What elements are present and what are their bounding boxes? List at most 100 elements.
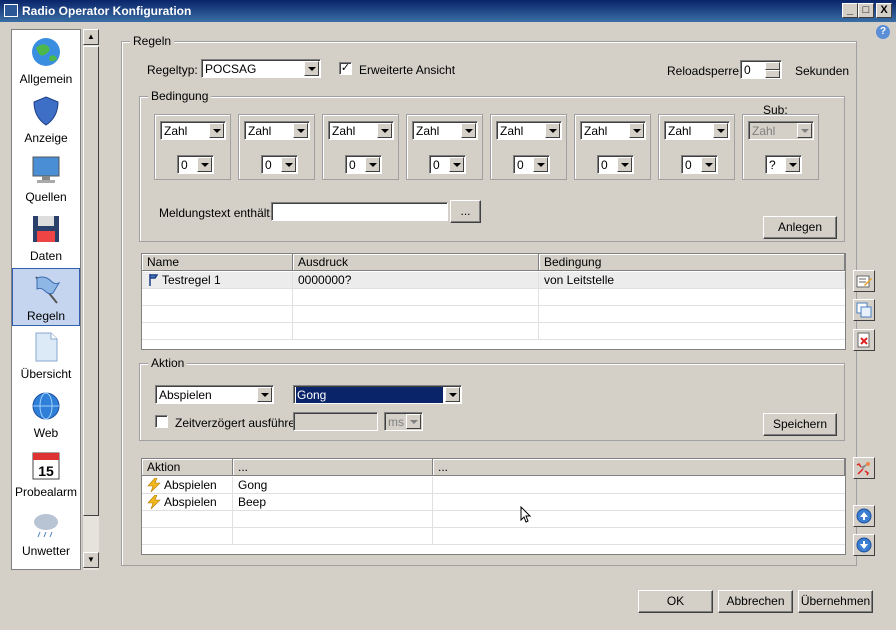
condition-type-select[interactable]: Zahl [412, 121, 478, 140]
condition-type-select[interactable]: Zahl [748, 121, 814, 140]
sidebar-item-allgemein[interactable]: Allgemein [12, 32, 80, 90]
chevron-down-icon[interactable] [293, 123, 308, 138]
regeltyp-select[interactable]: POCSAG [201, 59, 321, 78]
sidebar-item-web[interactable]: Web [12, 386, 80, 444]
sidebar-item-daten[interactable]: Daten [12, 209, 80, 267]
sidebar-item-regeln[interactable]: Regeln [12, 268, 80, 326]
sound-select[interactable]: Gong [293, 385, 462, 404]
reloadsperre-spinner[interactable]: 0 [740, 60, 782, 79]
help-icon[interactable]: ? [876, 25, 890, 39]
shield-icon [33, 96, 59, 126]
condition-value-select[interactable]: ? [765, 155, 802, 174]
ok-button[interactable]: OK [638, 590, 713, 613]
chevron-down-icon[interactable] [197, 157, 212, 172]
condition-type-select[interactable]: Zahl [496, 121, 562, 140]
scroll-up-icon[interactable]: ▲ [83, 29, 99, 45]
chevron-down-icon[interactable] [304, 61, 319, 76]
bedingung-cell: Zahl 0 [238, 114, 315, 180]
table-row[interactable] [142, 511, 845, 528]
table-row[interactable] [142, 528, 845, 545]
sidebar-item-uebersicht[interactable]: Übersicht [12, 327, 80, 385]
aktion-select[interactable]: Abspielen [155, 385, 274, 404]
condition-value-select[interactable]: 0 [345, 155, 382, 174]
uebernehmen-button[interactable]: Übernehmen [798, 590, 873, 613]
condition-value-select[interactable]: 0 [261, 155, 298, 174]
chevron-down-icon[interactable] [257, 387, 272, 402]
scroll-thumb[interactable] [83, 46, 99, 516]
condition-type-select[interactable]: Zahl [664, 121, 730, 140]
condition-type-select[interactable]: Zahl [160, 121, 226, 140]
browse-button[interactable]: ... [450, 200, 481, 223]
table-row[interactable]: Abspielen Beep [142, 494, 845, 511]
sidebar-item-probealarm[interactable]: 15 Probealarm [12, 445, 80, 503]
chevron-down-icon[interactable] [785, 157, 800, 172]
delay-checkbox[interactable] [155, 415, 168, 428]
scroll-down-icon[interactable]: ▼ [83, 552, 99, 568]
chevron-down-icon[interactable] [797, 123, 812, 138]
sidebar-scrollbar[interactable]: ▲ ▼ [82, 29, 99, 570]
chevron-down-icon[interactable] [449, 157, 464, 172]
chevron-down-icon[interactable] [545, 123, 560, 138]
minimize-button[interactable]: _ [842, 3, 858, 18]
chevron-down-icon[interactable] [713, 123, 728, 138]
chevron-down-icon[interactable] [406, 414, 421, 429]
chevron-down-icon[interactable] [533, 157, 548, 172]
chevron-down-icon[interactable] [377, 123, 392, 138]
close-button[interactable]: X [876, 3, 892, 18]
test-action-button[interactable] [853, 457, 875, 479]
spinner-up-icon[interactable] [765, 62, 780, 70]
move-down-button[interactable] [853, 534, 875, 556]
speichern-button[interactable]: Speichern [763, 413, 837, 436]
table-row[interactable] [142, 289, 845, 306]
move-up-button[interactable] [853, 505, 875, 527]
abbrechen-button[interactable]: Abbrechen [718, 590, 793, 613]
chevron-down-icon[interactable] [281, 157, 296, 172]
chevron-down-icon[interactable] [701, 157, 716, 172]
chevron-down-icon[interactable] [617, 157, 632, 172]
sidebar-item-anzeige[interactable]: Anzeige [12, 91, 80, 149]
chevron-down-icon[interactable] [209, 123, 224, 138]
spinner-down-icon[interactable] [765, 70, 780, 78]
condition-type-select[interactable]: Zahl [580, 121, 646, 140]
delay-unit-select[interactable]: ms [384, 412, 423, 431]
rule-bedingung-cell: von Leitstelle [539, 272, 845, 289]
table-row[interactable]: Abspielen Gong [142, 477, 845, 494]
chevron-down-icon[interactable] [461, 123, 476, 138]
anlegen-button[interactable]: Anlegen [763, 216, 837, 239]
copy-rule-button[interactable] [853, 299, 875, 321]
action-name-cell: Abspielen [142, 494, 233, 511]
rules-table[interactable]: Name Ausdruck Bedingung Testregel 1 0000… [141, 253, 846, 350]
condition-value-select[interactable]: 0 [681, 155, 718, 174]
condition-value-select[interactable]: 0 [177, 155, 214, 174]
condition-value-select[interactable]: 0 [513, 155, 550, 174]
delay-input[interactable] [293, 412, 378, 431]
chevron-down-icon[interactable] [365, 157, 380, 172]
erweiterte-checkbox[interactable]: ✓ [339, 62, 352, 75]
maximize-button[interactable]: □ [858, 3, 874, 18]
table-row[interactable] [142, 323, 845, 340]
chevron-down-icon[interactable] [445, 387, 460, 402]
chevron-down-icon[interactable] [629, 123, 644, 138]
column-header-ausdruck[interactable]: Ausdruck [293, 254, 539, 271]
table-row[interactable] [142, 306, 845, 323]
column-header-extra[interactable]: ... [433, 459, 845, 476]
condition-type-select[interactable]: Zahl [244, 121, 310, 140]
column-header-name[interactable]: Name [142, 254, 293, 271]
rule-name-cell: Testregel 1 [142, 272, 293, 289]
actions-table[interactable]: Aktion ... ... Abspielen Gong Abspielen … [141, 458, 846, 555]
column-header-aktion[interactable]: Aktion [142, 459, 233, 476]
edit-rule-button[interactable] [853, 270, 875, 292]
sidebar-item-quellen[interactable]: Quellen [12, 150, 80, 208]
table-row[interactable]: Testregel 1 0000000? von Leitstelle [142, 272, 845, 289]
condition-value-select[interactable]: 0 [429, 155, 466, 174]
delete-rule-button[interactable] [853, 329, 875, 351]
meldungstext-input[interactable] [271, 202, 448, 221]
sidebar-item-unwetter[interactable]: Unwetter [12, 504, 80, 562]
delete-icon [857, 332, 870, 348]
condition-value-select[interactable]: 0 [597, 155, 634, 174]
column-header-param[interactable]: ... [233, 459, 433, 476]
condition-type-select[interactable]: Zahl [328, 121, 394, 140]
column-header-bedingung[interactable]: Bedingung [539, 254, 845, 271]
bedingung-cell: Zahl 0 [322, 114, 399, 180]
edit-icon [856, 275, 872, 288]
